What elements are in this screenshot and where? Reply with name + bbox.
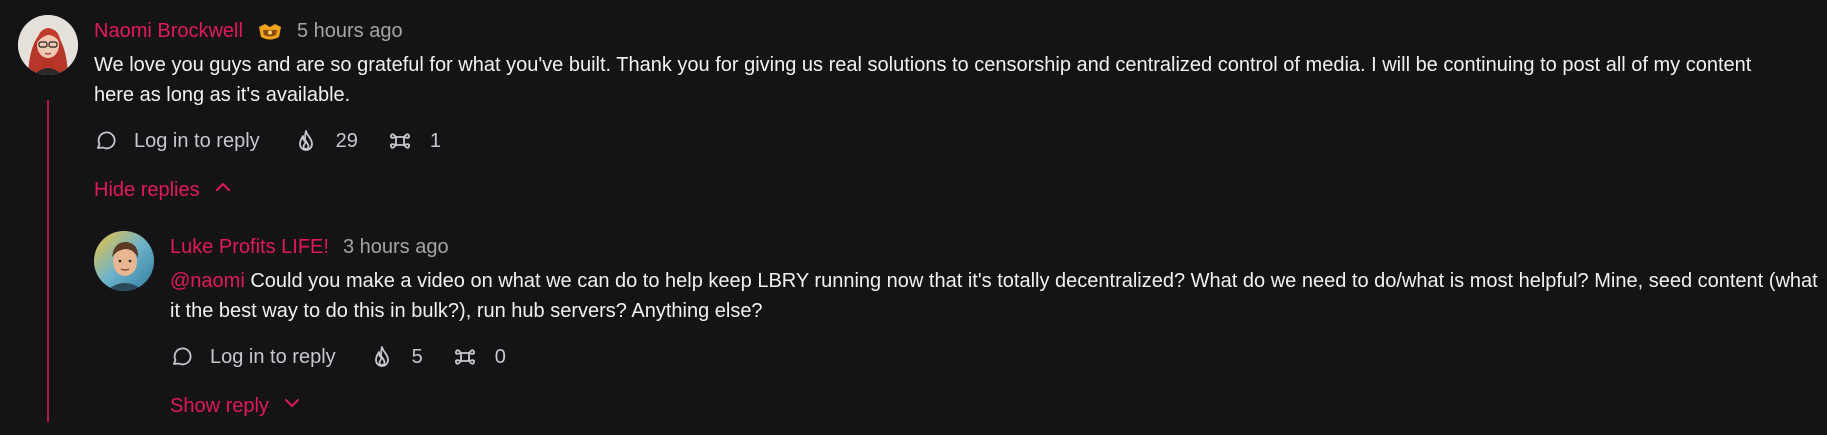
avatar[interactable] — [18, 15, 78, 75]
reply-button[interactable]: Log in to reply — [170, 345, 336, 369]
comment-thread: Naomi Brockwell 5 hours ago We love you … — [0, 0, 1827, 435]
comment-actions: Log in to reply 5 0 — [170, 345, 536, 369]
slime-reaction-button[interactable]: 0 — [453, 345, 506, 369]
fire-icon — [370, 345, 394, 369]
comment-actions: Log in to reply 29 1 — [94, 129, 471, 153]
comment-timestamp[interactable]: 5 hours ago — [297, 20, 403, 43]
comment-bubble-icon — [170, 345, 194, 369]
reply-button-label: Log in to reply — [210, 345, 336, 368]
avatar-luke-image — [94, 231, 154, 291]
slime-count: 1 — [429, 129, 442, 152]
fire-count: 29 — [335, 129, 358, 152]
chevron-down-icon — [283, 394, 301, 418]
author-name[interactable]: Luke Profits LIFE! — [170, 236, 329, 259]
slime-count: 0 — [494, 345, 506, 368]
fire-reaction-button[interactable]: 29 — [294, 129, 358, 153]
comment-bubble-icon — [94, 129, 118, 153]
fire-icon — [294, 129, 318, 153]
thread-line[interactable] — [47, 100, 49, 422]
show-reply-label: Show reply — [170, 394, 269, 417]
show-reply-button[interactable]: Show reply — [170, 394, 301, 418]
creator-badge-icon — [257, 21, 283, 43]
author-name[interactable]: Naomi Brockwell — [94, 20, 243, 43]
avatar-naomi-image — [18, 15, 78, 75]
slime-icon — [388, 129, 412, 153]
comment-timestamp[interactable]: 3 hours ago — [343, 236, 449, 259]
comment-body: We love you guys and are so grateful for… — [94, 54, 1752, 106]
comment-header: Naomi Brockwell 5 hours ago — [94, 20, 403, 43]
comment-header: Luke Profits LIFE! 3 hours ago — [170, 236, 449, 259]
hide-replies-button[interactable]: Hide replies — [94, 178, 232, 202]
reply-button[interactable]: Log in to reply — [94, 129, 260, 153]
hide-replies-label: Hide replies — [94, 178, 200, 201]
comment-body-text: Could you make a video on what we can do… — [170, 270, 1818, 322]
slime-icon — [453, 345, 477, 369]
fire-count: 5 — [411, 345, 423, 368]
reply-button-label: Log in to reply — [134, 129, 260, 152]
slime-reaction-button[interactable]: 1 — [388, 129, 441, 153]
user-mention[interactable]: @naomi — [170, 270, 245, 292]
comment-body: @naomi Could you make a video on what we… — [170, 266, 1827, 326]
chevron-up-icon — [214, 178, 232, 202]
avatar[interactable] — [94, 231, 154, 291]
fire-reaction-button[interactable]: 5 — [370, 345, 423, 369]
